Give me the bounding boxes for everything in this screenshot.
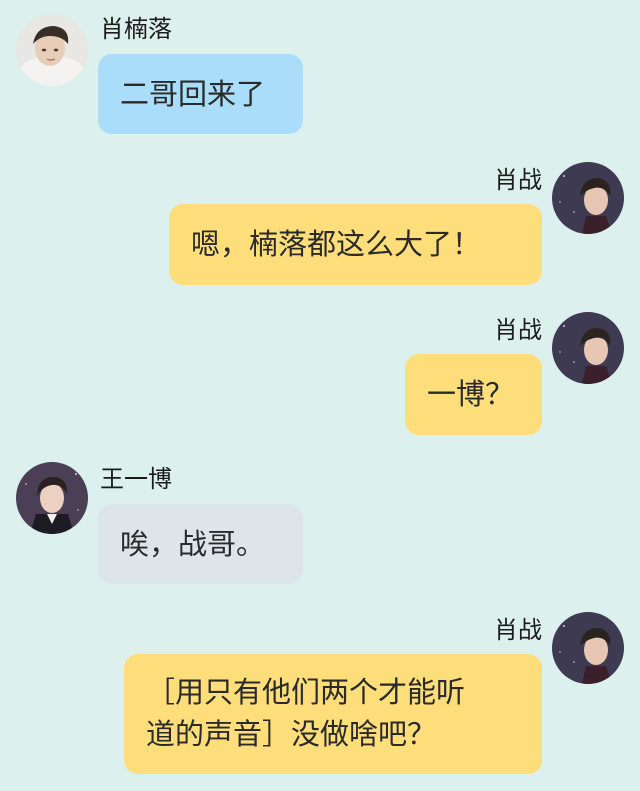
message-bubble[interactable]: ［用只有他们两个才能听 道的声音］没做啥吧？ [124,654,542,774]
sender-name: 肖战 [494,166,542,194]
sender-name: 肖楠落 [100,15,172,43]
avatar-xiao-nanluo[interactable] [16,14,88,86]
avatar-xiao-zhan[interactable] [552,612,624,684]
sender-name: 肖战 [494,616,542,644]
avatar-wang-yibo[interactable] [16,462,88,534]
sender-name: 王一博 [100,465,172,493]
avatar-xiao-zhan[interactable] [552,162,624,234]
message-bubble[interactable]: 唉，战哥。 [98,504,303,584]
message-bubble[interactable]: 一博？ [405,354,542,435]
message-bubble[interactable]: 二哥回来了 [98,54,303,134]
message-bubble[interactable]: 嗯，楠落都这么大了！ [169,204,542,285]
sender-name: 肖战 [494,316,542,344]
avatar-xiao-zhan[interactable] [552,312,624,384]
